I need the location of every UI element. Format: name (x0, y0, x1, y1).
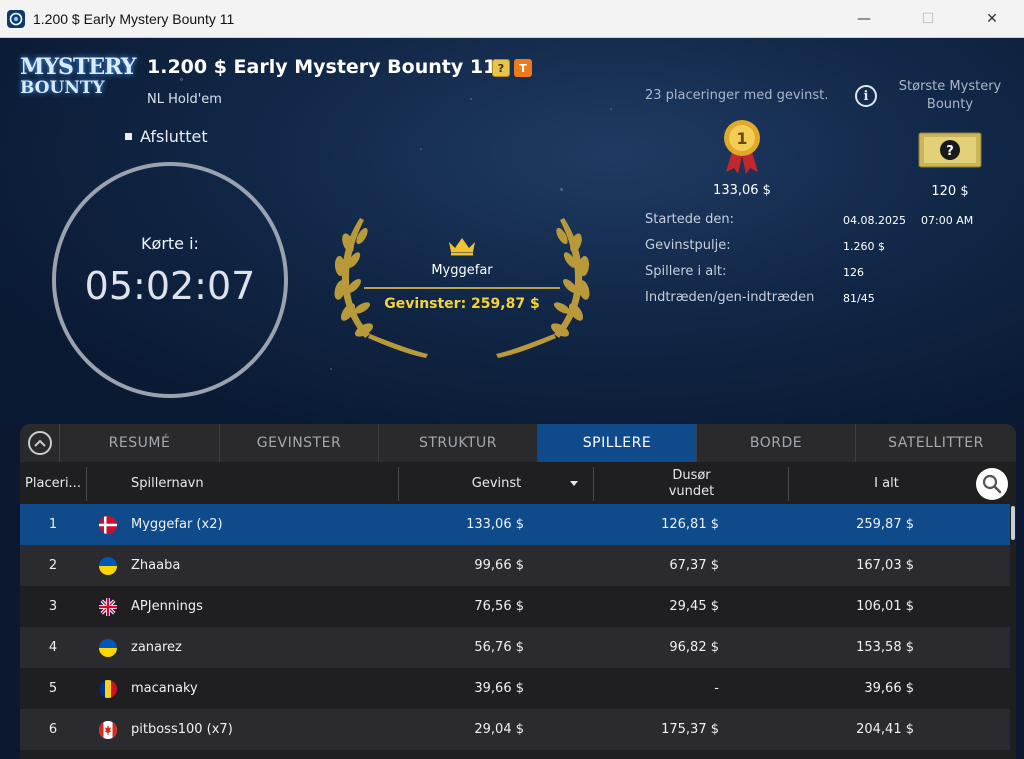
app-icon (7, 9, 25, 28)
chevron-up-icon (27, 431, 52, 455)
biggest-bounty-label: Største Mystery Bounty (898, 79, 1002, 112)
collapse-button[interactable] (20, 424, 60, 462)
window-title-bar: 1.200 $ Early Mystery Bounty 11 — ☐ ✕ (0, 0, 1024, 38)
tab-borde[interactable]: BORDE (697, 424, 856, 462)
flag-denmark-icon (99, 515, 117, 534)
mystery-ticket-icon: ? (918, 132, 982, 168)
window-title: 1.200 $ Early Mystery Bounty 11 (33, 10, 235, 27)
first-place-prize: 133,06 $ (713, 183, 771, 198)
table-row[interactable]: 3 APJennings 76,56 $ 29,45 $ 106,01 $ (20, 586, 1010, 627)
close-button[interactable]: ✕ (960, 0, 1024, 38)
timer-value: 05:02:07 (84, 264, 256, 308)
svg-text:?: ? (946, 144, 954, 159)
flag-ukraine-icon (99, 638, 117, 657)
status-square-icon (125, 133, 132, 140)
tab-spillere[interactable]: SPILLERE (538, 424, 697, 462)
table-row[interactable]: 6 pitboss100 (x7) 29,04 $ 175,37 $ 204,4… (20, 709, 1010, 750)
status-text: Afsluttet (140, 127, 208, 146)
game-type: NL Hold'em (147, 92, 222, 107)
table-scrollbar[interactable] (1010, 504, 1016, 759)
mystery-bounty-logo: MYSTERY BOUNTY (20, 54, 136, 98)
table-row[interactable]: 1 Myggefar (x2) 133,06 $ 126,81 $ 259,87… (20, 504, 1010, 545)
paid-places-text: 23 placeringer med gevinst. (645, 88, 829, 103)
stat-row: Gevinstpulje: 1.260 $ (645, 238, 885, 253)
table-row[interactable]: 4 zanarez 56,76 $ 96,82 $ 153,58 $ (20, 627, 1010, 668)
tab-satellitter[interactable]: SATELLITTER (856, 424, 1016, 462)
gold-medal-icon: 1 (724, 120, 760, 174)
search-icon (982, 474, 1002, 494)
scrollbar-thumb[interactable] (1011, 506, 1015, 540)
svg-text:1: 1 (736, 129, 747, 148)
flag-canada-icon (99, 720, 117, 739)
window-controls: — ☐ ✕ (832, 0, 1024, 38)
timer-label: Kørte i: (141, 234, 199, 253)
flag-romania-icon (99, 679, 117, 698)
tournament-status: Afsluttet (125, 127, 208, 146)
ticket-badge-icon[interactable]: T (514, 59, 532, 77)
tab-bar: RESUMÉ GEVINSTER STRUKTUR SPILLERE BORDE… (20, 424, 1016, 462)
winner-divider (364, 287, 560, 289)
minimize-button[interactable]: — (832, 0, 896, 38)
biggest-bounty-value: 120 $ (931, 184, 969, 199)
stat-row: Startede den: 04.08.2025 07:00 AM (645, 212, 974, 227)
winner-prize: Gevinster: 259,87 $ (384, 296, 540, 312)
players-panel: RESUMÉ GEVINSTER STRUKTUR SPILLERE BORDE… (20, 424, 1016, 759)
tournament-title: 1.200 $ Early Mystery Bounty 11 (147, 56, 497, 78)
maximize-button[interactable]: ☐ (896, 0, 960, 38)
column-name[interactable]: Spillernavn (131, 464, 204, 504)
column-rank[interactable]: Placeri... (20, 464, 86, 504)
table-header: Placeri... Spillernavn Gevinst Dusør vun… (20, 464, 1016, 504)
table-row[interactable]: 2 Zhaaba 99,66 $ 67,37 $ 167,03 $ (20, 545, 1010, 586)
column-prize[interactable]: Gevinst (400, 464, 593, 504)
info-icon[interactable]: i (855, 85, 877, 107)
sort-descending-icon (570, 481, 578, 486)
table-row[interactable]: 5 macanaky 39,66 $ - 39,66 $ (20, 668, 1010, 709)
crown-icon (449, 238, 475, 256)
tab-struktur[interactable]: STRUKTUR (379, 424, 538, 462)
winner-name: Myggefar (431, 263, 493, 278)
stat-row: Spillere i alt: 126 (645, 264, 864, 279)
column-total[interactable]: I alt (790, 464, 983, 504)
stat-row: Indtræden/gen-indtræden 81/45 (645, 290, 875, 305)
column-bounty[interactable]: Dusør vundet (595, 464, 788, 504)
mystery-badge-icon[interactable]: ? (492, 59, 510, 77)
laurel-wreath-icon (334, 218, 590, 358)
flag-uk-icon (99, 597, 117, 616)
tab-gevinster[interactable]: GEVINSTER (220, 424, 379, 462)
flag-ukraine-icon (99, 556, 117, 575)
tournament-header: MYSTERY BOUNTY 1.200 $ Early Mystery Bou… (0, 38, 1024, 424)
tab-resume[interactable]: RESUMÉ (60, 424, 220, 462)
search-button[interactable] (976, 468, 1008, 500)
